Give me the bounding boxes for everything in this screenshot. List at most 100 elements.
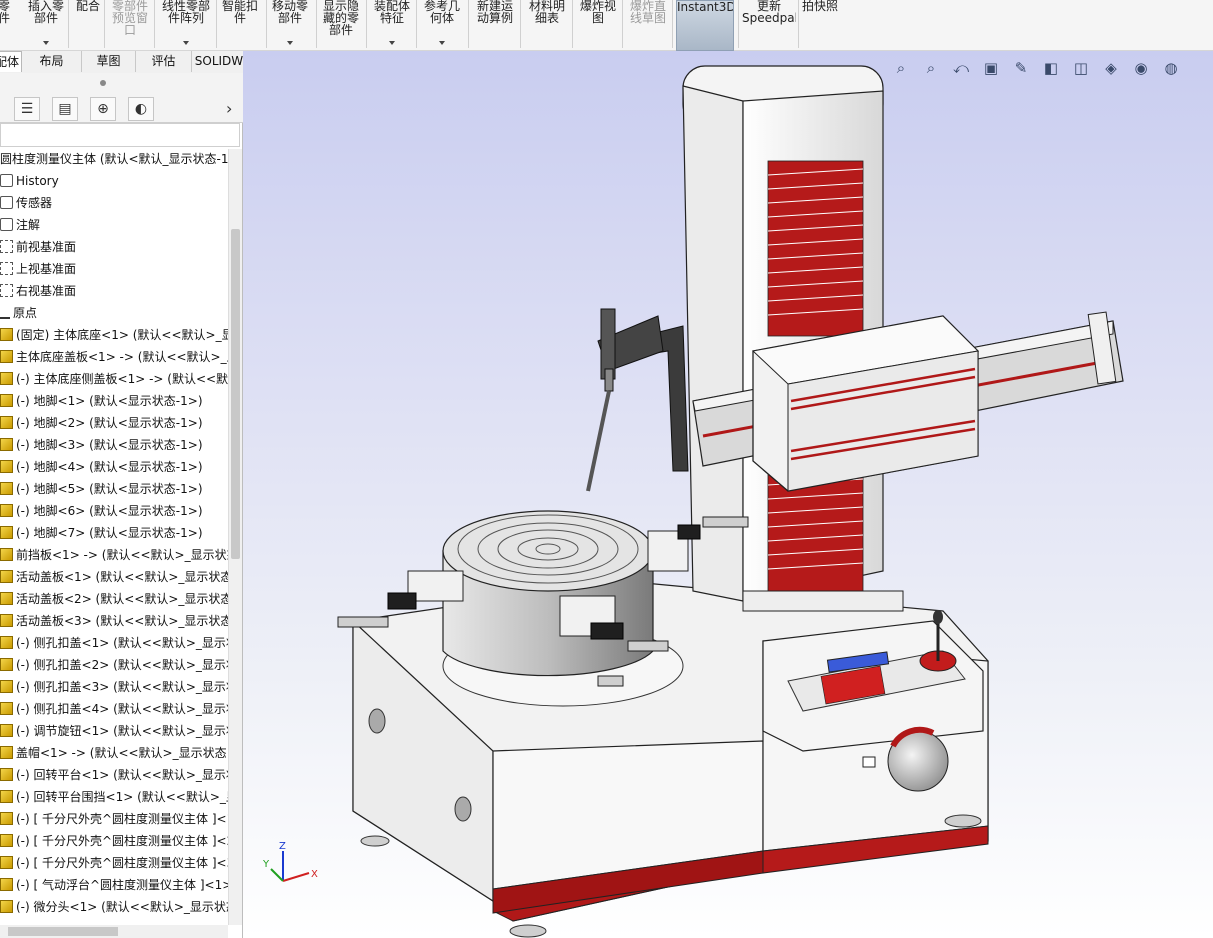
tab-2[interactable]: 草图 (82, 51, 136, 72)
tree-item[interactable]: (-) 侧孔扣盖<2> (默认<<默认>_显示状态 (0, 655, 228, 677)
splitter-handle-icon[interactable] (100, 80, 106, 86)
tree-item-label: (-) 侧孔扣盖<1> (默认<<默认>_显示状态 (16, 636, 228, 650)
ribbon-button-15[interactable]: 更新 Speedpak (742, 0, 796, 51)
tree-item[interactable]: (-) 微分头<1> (默认<<默认>_显示状态 (0, 897, 228, 919)
ribbon-button-16[interactable]: 拍快照 (800, 0, 840, 51)
tree-item[interactable]: 活动盖板<2> (默认<<默认>_显示状态 (0, 589, 228, 611)
tree-item-label: 活动盖板<2> (默认<<默认>_显示状态 (16, 592, 228, 606)
ribbon-button-8[interactable]: 装配体 特征 (370, 0, 414, 51)
tree-item[interactable]: (-) 地脚<2> (默认<显示状态-1>) (0, 413, 228, 435)
tree-item[interactable]: 传感器 (0, 193, 228, 215)
ribbon-button-12[interactable]: 爆炸视 图 (576, 0, 620, 51)
tree-item[interactable]: 上视基准面 (0, 259, 228, 281)
tree-item[interactable]: (-) 侧孔扣盖<4> (默认<<默认>_显示状态 (0, 699, 228, 721)
tree-item[interactable]: (-) 地脚<6> (默认<显示状态-1>) (0, 501, 228, 523)
ribbon-button-11[interactable]: 材料明 细表 (526, 0, 568, 51)
plane-icon (0, 262, 13, 275)
ribbon-button-label: 零部件 预览窗 口 (111, 0, 148, 37)
tree-item[interactable]: (-) 地脚<4> (默认<显示状态-1>) (0, 457, 228, 479)
part-icon (0, 790, 13, 803)
ribbon-button-6[interactable]: 移动零 部件 (268, 0, 312, 51)
dropdown-caret-icon[interactable] (287, 41, 293, 45)
tree-item[interactable]: 原点 (0, 303, 228, 325)
tree-item[interactable]: 右视基准面 (0, 281, 228, 303)
part-icon (0, 768, 13, 781)
ribbon-separator (366, 0, 367, 48)
tree-item[interactable]: (-) 回转平台围挡<1> (默认<<默认>_显示 (0, 787, 228, 809)
property-manager-tab[interactable]: ▤ (52, 97, 78, 121)
tree-item[interactable]: (-) 主体底座侧盖板<1> -> (默认<<默认> (0, 369, 228, 391)
tree-item[interactable]: (-) 侧孔扣盖<3> (默认<<默认>_显示状态 (0, 677, 228, 699)
tree-item-label: (-) [ 气动浮台^圆柱度测量仪主体 ]<1> (16, 878, 228, 892)
feature-tree: 圆柱度测量仪主体 (默认<默认_显示状态-1>) History 传感器 注解 前视基… (0, 149, 228, 925)
tree-item[interactable]: 活动盖板<1> (默认<<默认>_显示状态 (0, 567, 228, 589)
dropdown-caret-icon[interactable] (389, 41, 395, 45)
tab-3[interactable]: 评估 (136, 51, 192, 72)
tree-item[interactable]: 盖帽<1> -> (默认<<默认>_显示状态 1 (0, 743, 228, 765)
ribbon-button-9[interactable]: 参考几 何体 (420, 0, 464, 51)
tree-item[interactable]: (-) 调节旋钮<1> (默认<<默认>_显示状态 (0, 721, 228, 743)
feature-manager-tab[interactable]: ☰ (14, 97, 40, 121)
tree-item[interactable]: 前视基准面 (0, 237, 228, 259)
tab-1[interactable]: 布局 (22, 51, 82, 72)
ribbon-separator (266, 0, 267, 48)
tree-item-label: (-) 主体底座侧盖板<1> -> (默认<<默认> (16, 372, 228, 386)
tree-item-label: (-) 微分头<1> (默认<<默认>_显示状态 (16, 900, 228, 914)
tree-filter-input[interactable] (0, 123, 240, 147)
part-icon (0, 746, 13, 759)
tree-item[interactable]: 前挡板<1> -> (默认<<默认>_显示状态 (0, 545, 228, 567)
part-icon (0, 350, 13, 363)
ribbon-button-7[interactable]: 显示隐 藏的零 部件 (318, 0, 364, 51)
ribbon-button-4[interactable]: 线性零部 件阵列 (158, 0, 214, 51)
ribbon-button-14[interactable]: Instant3D (676, 0, 734, 51)
ribbon-button-label: 插入零 部件 (27, 0, 64, 25)
dropdown-caret-icon[interactable] (43, 41, 49, 45)
ribbon-button-10[interactable]: 新建运 动算例 (472, 0, 518, 51)
hist-icon (0, 196, 13, 209)
tree-item[interactable]: (-) [ 气动浮台^圆柱度测量仪主体 ]<1> (0, 875, 228, 897)
tree-vertical-scrollbar[interactable] (228, 149, 242, 925)
ribbon-button-label: 配合 (75, 0, 100, 13)
ribbon-button-5[interactable]: 智能扣 件 (220, 0, 260, 51)
display-manager-tab[interactable]: ◐ (128, 97, 154, 121)
ribbon-button-0[interactable]: 零 件 (0, 0, 16, 51)
ribbon-button-1[interactable]: 插入零 部件 (24, 0, 68, 51)
scrollbar-thumb[interactable] (231, 229, 240, 559)
graphics-area[interactable]: ⌕ ⌕ ⤺ ▣ ✎ ◧ ◫ ◈ ◉ ◍ Z X Y (243, 51, 1213, 938)
tree-item[interactable]: (-) 地脚<3> (默认<显示状态-1>) (0, 435, 228, 457)
dropdown-caret-icon[interactable] (439, 41, 445, 45)
tree-item[interactable]: (-) 地脚<5> (默认<显示状态-1>) (0, 479, 228, 501)
ribbon-button-2[interactable]: 配合 (72, 0, 104, 51)
tree-item[interactable]: (-) [ 千分尺外壳^圆柱度测量仪主体 ]<3 (0, 853, 228, 875)
part-icon (0, 900, 13, 913)
tree-item[interactable]: History (0, 171, 228, 193)
h-scrollbar-thumb[interactable] (8, 927, 118, 936)
tree-item[interactable]: (-) 地脚<7> (默认<显示状态-1>) (0, 523, 228, 545)
tree-root[interactable]: 圆柱度测量仪主体 (默认<默认_显示状态-1>) (0, 149, 228, 171)
panel-splitter[interactable] (0, 73, 243, 95)
tree-item[interactable]: (-) 回转平台<1> (默认<<默认>_显示状态 (0, 765, 228, 787)
tree-item[interactable]: 主体底座盖板<1> -> (默认<<默认>_显示状态 (0, 347, 228, 369)
tree-item[interactable]: 活动盖板<3> (默认<<默认>_显示状态 (0, 611, 228, 633)
dropdown-caret-icon[interactable] (183, 41, 189, 45)
tree-item-label: (-) 地脚<3> (默认<显示状态-1>) (16, 438, 203, 452)
tree-item-label: 原点 (13, 306, 38, 320)
probe-assembly (586, 308, 689, 492)
ribbon-button-3[interactable]: 零部件 预览窗 口 (108, 0, 152, 51)
tree-item[interactable]: 注解 (0, 215, 228, 237)
ribbon-button-label: 显示隐 藏的零 部件 (322, 0, 359, 37)
tree-item-label: (-) 地脚<7> (默认<显示状态-1>) (16, 526, 203, 540)
tab-0[interactable]: 装配体 (0, 51, 22, 72)
tree-item[interactable]: (-) 侧孔扣盖<1> (默认<<默认>_显示状态 (0, 633, 228, 655)
configuration-manager-tab[interactable]: ⊕ (90, 97, 116, 121)
tree-horizontal-scrollbar[interactable] (0, 925, 228, 938)
part-icon (0, 570, 13, 583)
expand-panel-icon[interactable]: › (226, 99, 232, 118)
tree-item[interactable]: (-) [ 千分尺外壳^圆柱度测量仪主体 ]<1 (0, 809, 228, 831)
ribbon-separator (798, 0, 799, 48)
tree-item-label: (-) 地脚<6> (默认<显示状态-1>) (16, 504, 203, 518)
ribbon-button-13[interactable]: 爆炸直 线草图 (626, 0, 670, 51)
tree-item[interactable]: (-) 地脚<1> (默认<显示状态-1>) (0, 391, 228, 413)
tree-item[interactable]: (固定) 主体底座<1> (默认<<默认>_显示状态 (0, 325, 228, 347)
tree-item[interactable]: (-) [ 千分尺外壳^圆柱度测量仪主体 ]<2 (0, 831, 228, 853)
